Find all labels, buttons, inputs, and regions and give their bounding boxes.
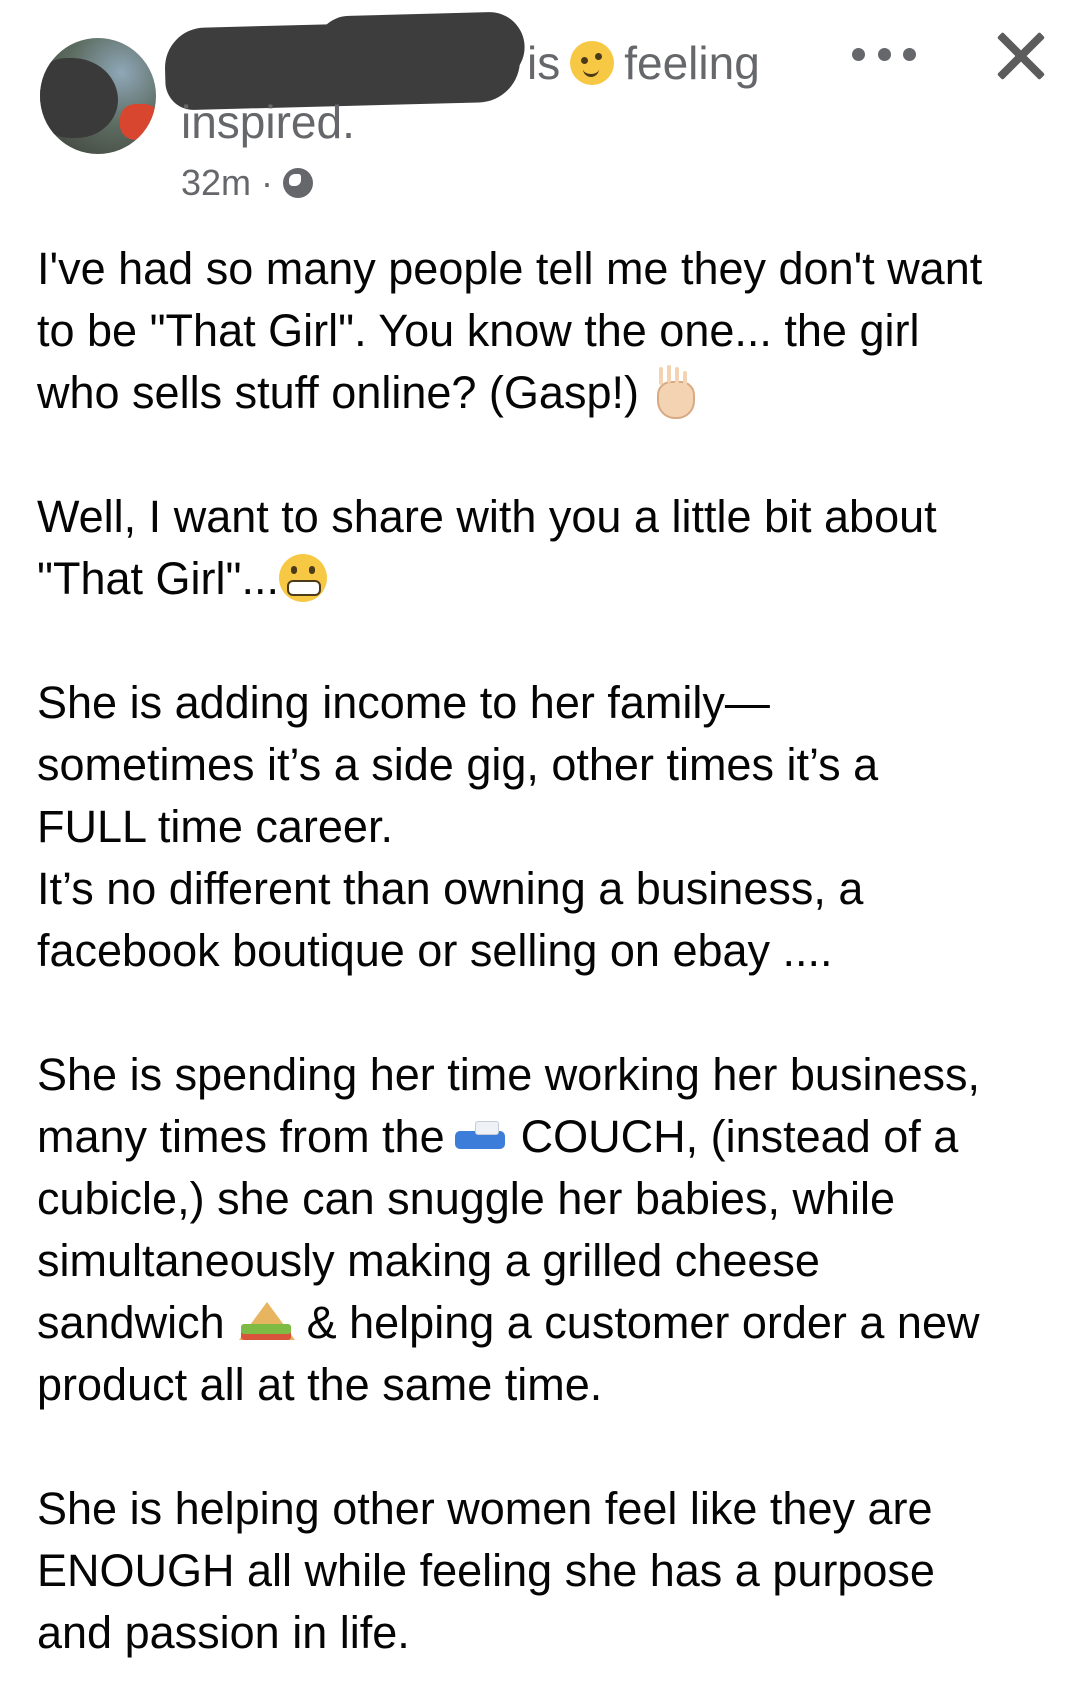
post-line: She is spending her time working her bus… <box>37 1049 981 1100</box>
more-icon[interactable] <box>852 34 916 74</box>
post-body: I've had so many people tell me they don… <box>37 238 1057 1664</box>
post-line: who sells stuff online? (Gasp!) <box>37 362 1057 424</box>
status-line: is feeling <box>527 36 760 90</box>
post-line: It’s no different than owning a business… <box>37 863 864 914</box>
post-line: simultaneously making a grilled cheese <box>37 1235 820 1286</box>
post-line: FULL time career. <box>37 801 393 852</box>
post-line: many times from the COUCH, (instead of a <box>37 1106 1057 1168</box>
avatar-accent <box>120 104 156 140</box>
avatar[interactable] <box>40 38 156 154</box>
avatar-redaction <box>40 58 118 138</box>
post-line: facebook boutique or selling on ebay ...… <box>37 925 833 976</box>
post-text: many times from the <box>37 1111 445 1162</box>
globe-icon[interactable] <box>283 168 314 198</box>
sandwich-icon <box>237 1298 295 1346</box>
face-emoji-icon <box>570 41 615 85</box>
post-line: "That Girl"... <box>37 548 1057 610</box>
post-header: is feeling inspired. 32m · <box>0 0 1080 203</box>
post-line: and passion in life. <box>37 1607 410 1658</box>
post-line: ENOUGH all while feeling she has a purpo… <box>37 1545 935 1596</box>
more-dot <box>852 47 865 61</box>
status-word: feeling <box>624 37 760 89</box>
post-text: sandwich <box>37 1297 225 1348</box>
post-line: sandwich & helping a customer order a new <box>37 1292 1057 1354</box>
post-text: COUCH, (instead of a <box>520 1111 959 1162</box>
post-text: & helping a customer order a new <box>306 1297 980 1348</box>
post-line: to be "That Girl". You know the one... t… <box>37 305 920 356</box>
more-dot <box>903 47 916 61</box>
post-text: who sells stuff online? (Gasp!) <box>37 367 639 418</box>
raised-hand-icon <box>653 367 695 420</box>
post-line: I've had so many people tell me they don… <box>37 243 983 294</box>
grimacing-face-icon <box>279 554 327 603</box>
post-line: Well, I want to share with you a little … <box>37 491 937 542</box>
post-time[interactable]: 32m <box>181 162 251 204</box>
meta-separator: · <box>261 162 274 203</box>
post-text: "That Girl"... <box>37 553 279 604</box>
post-line: sometimes it’s a side gig, other times i… <box>37 739 879 790</box>
status-feeling[interactable]: inspired. <box>181 95 355 149</box>
couch-icon <box>454 1121 505 1151</box>
post-line: She is adding income to her family— <box>37 677 770 728</box>
close-icon[interactable] <box>995 30 1047 82</box>
more-dot <box>877 47 891 61</box>
post-line: cubicle,) she can snuggle her babies, wh… <box>37 1173 896 1224</box>
status-verb: is <box>527 37 561 89</box>
post-line: product all at the same time. <box>37 1359 603 1410</box>
post-meta: 32m · <box>181 162 314 204</box>
post-line: She is helping other women feel like the… <box>37 1483 933 1534</box>
